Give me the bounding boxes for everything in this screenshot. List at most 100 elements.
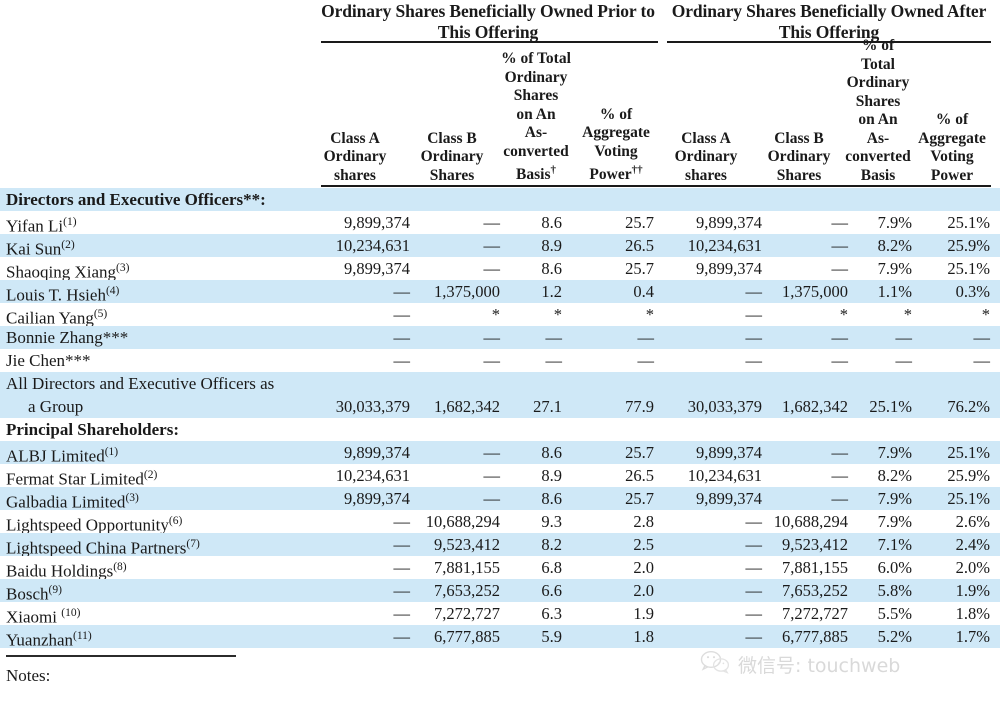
table-row: Yuanzhan(11) — 6,777,885 5.9 1.8 — 6,777,885 5.… [0, 625, 1000, 650]
cell-c1: — [393, 305, 411, 324]
cell-c2: — [483, 236, 501, 255]
cell-c8: — [973, 351, 991, 370]
row-label-footnote: (2) [143, 469, 158, 481]
column-header-class-b-prior: Class B Ordinary Shares [420, 129, 484, 184]
row-label-footnote: (4) [105, 285, 120, 297]
cell-c5: 9,899,374 [696, 213, 762, 232]
column-header-band: Class A Ordinary shares Class B Ordinary Sha… [0, 37, 1000, 185]
cell-c4: 25.7 [625, 443, 654, 462]
cell-c2: 7,272,727 [434, 604, 500, 623]
cell-c5: — [745, 581, 763, 600]
cell-c6: — [831, 259, 849, 278]
cell-c4: — [637, 351, 655, 370]
cell-c3: 8.6 [541, 489, 562, 508]
cell-c1: 10,234,631 [335, 466, 410, 485]
row-label-footnote: (2) [61, 239, 75, 251]
cell-c6: 10,688,294 [773, 512, 848, 531]
cell-c7: 7.9% [877, 259, 912, 278]
cell-c7: 5.2% [877, 627, 912, 646]
cell-c5: 9,899,374 [696, 443, 762, 462]
cell-c7: 25.1% [869, 397, 912, 416]
cell-c7: 6.0% [877, 558, 912, 577]
row-label: Bonnie Zhang*** [6, 328, 129, 347]
table-row: ALBJ Limited(1) 9,899,374—8.6 25.7 9,899,37… [0, 441, 1000, 466]
cell-c2: — [483, 489, 501, 508]
cell-c6: — [831, 213, 849, 232]
cell-c2: 7,881,155 [434, 558, 500, 577]
cell-c4: 2.0 [633, 558, 654, 577]
column-header-bottom-rule [321, 185, 991, 187]
cell-c4: 25.7 [625, 213, 654, 232]
cell-c4: * [645, 305, 654, 324]
beneficial-ownership-table-page: Ordinary Shares Beneficially Owned Prior… [0, 0, 1000, 703]
notes-label: Notes: [6, 666, 51, 685]
cell-c1: — [393, 328, 411, 347]
cell-c4: 2.0 [633, 581, 654, 600]
row-label: Principal Shareholders: [6, 420, 179, 439]
row-label-footnote: (8) [113, 561, 127, 573]
column-header-pct-voting-power-after: % of Aggregate Voting Power [918, 111, 986, 184]
group-header-after-offering: Ordinary Shares Beneficially Owned After… [671, 1, 987, 42]
cell-c1: 9,899,374 [344, 443, 410, 462]
cell-c2: — [483, 328, 501, 347]
cell-c1: — [393, 282, 411, 301]
cell-c2: — [483, 443, 501, 462]
table-row: Galbadia Limited(3) 9,899,374—8.6 25.7 9,89… [0, 487, 1000, 512]
cell-c8: 25.1% [947, 489, 990, 508]
cell-c5: 9,899,374 [696, 489, 762, 508]
group-header-prior-offering: Ordinary Shares Beneficially Owned Prior… [321, 1, 655, 42]
cell-c6: — [831, 466, 849, 485]
cell-c3: 8.2 [541, 535, 562, 554]
column-header-class-b-after: Class B Ordinary Shares [767, 129, 831, 184]
cell-c5: — [745, 604, 763, 623]
cell-c4: 77.9 [625, 397, 654, 416]
cell-c2: — [483, 259, 501, 278]
wechat-icon [700, 650, 730, 679]
cell-c7: 7.9% [877, 489, 912, 508]
cell-c8: 0.3% [955, 282, 990, 301]
group-header-rule-prior [321, 41, 658, 43]
row-label-footnote: (7) [186, 538, 200, 550]
cell-c4: 26.5 [625, 466, 654, 485]
cell-c8: — [973, 328, 991, 347]
cell-c8: 2.0% [955, 558, 990, 577]
cell-c2: — [483, 466, 501, 485]
cell-c1: — [393, 627, 411, 646]
column-header-class-a-after: Class A Ordinary shares [674, 129, 738, 184]
cell-c6: 1,682,342 [782, 397, 848, 416]
cell-c5: — [745, 351, 763, 370]
cell-c7: * [903, 305, 912, 324]
cell-c5: — [745, 512, 763, 531]
table-row: Shaoqing Xiang(3) 9,899,374—8.6 25.7 9,899,… [0, 257, 1000, 282]
cell-c3: 27.1 [533, 397, 562, 416]
row-label-footnote: (9) [48, 584, 62, 596]
cell-c4: 25.7 [625, 489, 654, 508]
table-row: Fermat Star Limited(2) 10,234,631—8.9 26.5… [0, 464, 1000, 489]
table-row: Baidu Holdings(8) —7,881,155 6.8 2.0—7,881,… [0, 556, 1000, 581]
cell-c5: — [745, 558, 763, 577]
table-section-row: Principal Shareholders: [0, 418, 1000, 441]
row-label-footnote: (1) [63, 216, 77, 228]
cell-c3: 6.3 [541, 604, 562, 623]
cell-c2: 7,653,252 [434, 581, 500, 600]
table-row: Xiaomi (10) —7,272,727 6.3 1.9—7,272,727 5.5… [0, 602, 1000, 627]
table-row: Bosch(9) —7,653,252 6.6 2.0—7,653,252 5.8% 1.… [0, 579, 1000, 604]
table-body: Directors and Executive Officers**: Yifan… [0, 188, 1000, 650]
table-row: Kai Sun(2) 10,234,631—8.9 26.5 10,234,631—8… [0, 234, 1000, 259]
cell-c8: * [981, 305, 990, 324]
cell-c8: 25.9% [947, 236, 990, 255]
cell-c3: 8.9 [541, 236, 562, 255]
cell-c2: — [483, 213, 501, 232]
cell-c6: 1,375,000 [782, 282, 848, 301]
cell-c1: — [393, 351, 411, 370]
watermark-text: 微信号: touchweb [738, 655, 901, 677]
row-label-footnote: (6) [168, 515, 183, 527]
table-row: Lightspeed China Partners(7) —9,523,412 8.… [0, 533, 1000, 558]
cell-c5: — [745, 627, 763, 646]
cell-c1: 9,899,374 [344, 213, 410, 232]
table-row: Yifan Li(1) 9,899,374—8.6 25.7 9,899,374—7.… [0, 211, 1000, 236]
table-section-row: Directors and Executive Officers**: [0, 188, 1000, 211]
cell-c6: 7,881,155 [782, 558, 848, 577]
cell-c2: — [483, 351, 501, 370]
column-header-class-a-prior: Class A Ordinary shares [323, 129, 387, 184]
